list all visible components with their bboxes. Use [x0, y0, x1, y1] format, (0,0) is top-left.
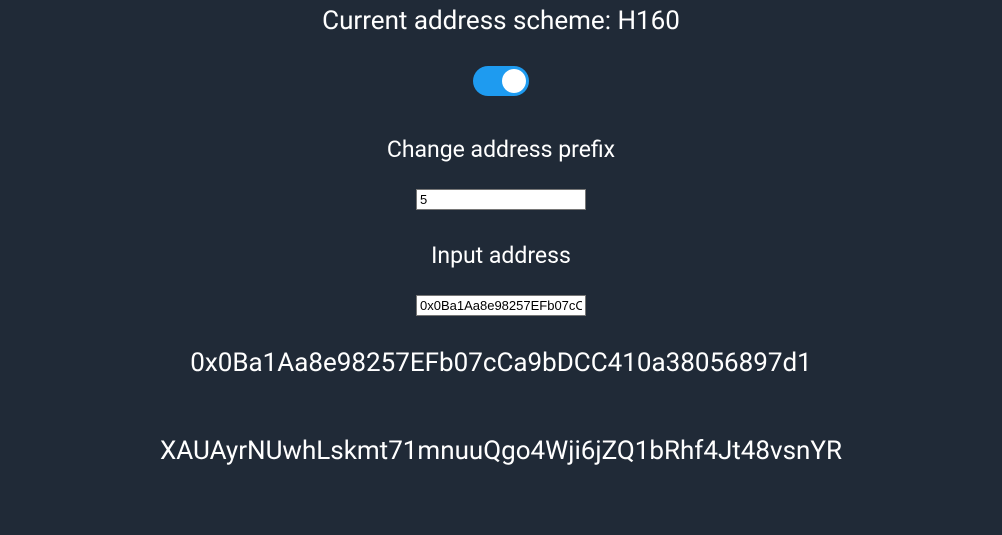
toggle-knob	[502, 69, 526, 93]
scheme-toggle[interactable]	[473, 66, 529, 96]
prefix-input-container	[0, 189, 1002, 210]
scheme-header: Current address scheme: H160	[0, 0, 1002, 36]
toggle-container	[0, 66, 1002, 96]
input-address-label: Input address	[0, 242, 1002, 269]
prefix-input[interactable]	[416, 189, 586, 210]
address-input[interactable]	[416, 295, 586, 316]
address-input-container	[0, 295, 1002, 316]
prefix-label: Change address prefix	[0, 136, 1002, 163]
full-address-output: 0x0Ba1Aa8e98257EFb07cCa9bDCC410a38056897…	[0, 348, 1002, 378]
converted-address-output: XAUAyrNUwhLskmt71mnuuQgo4Wji6jZQ1bRhf4Jt…	[0, 436, 1002, 466]
